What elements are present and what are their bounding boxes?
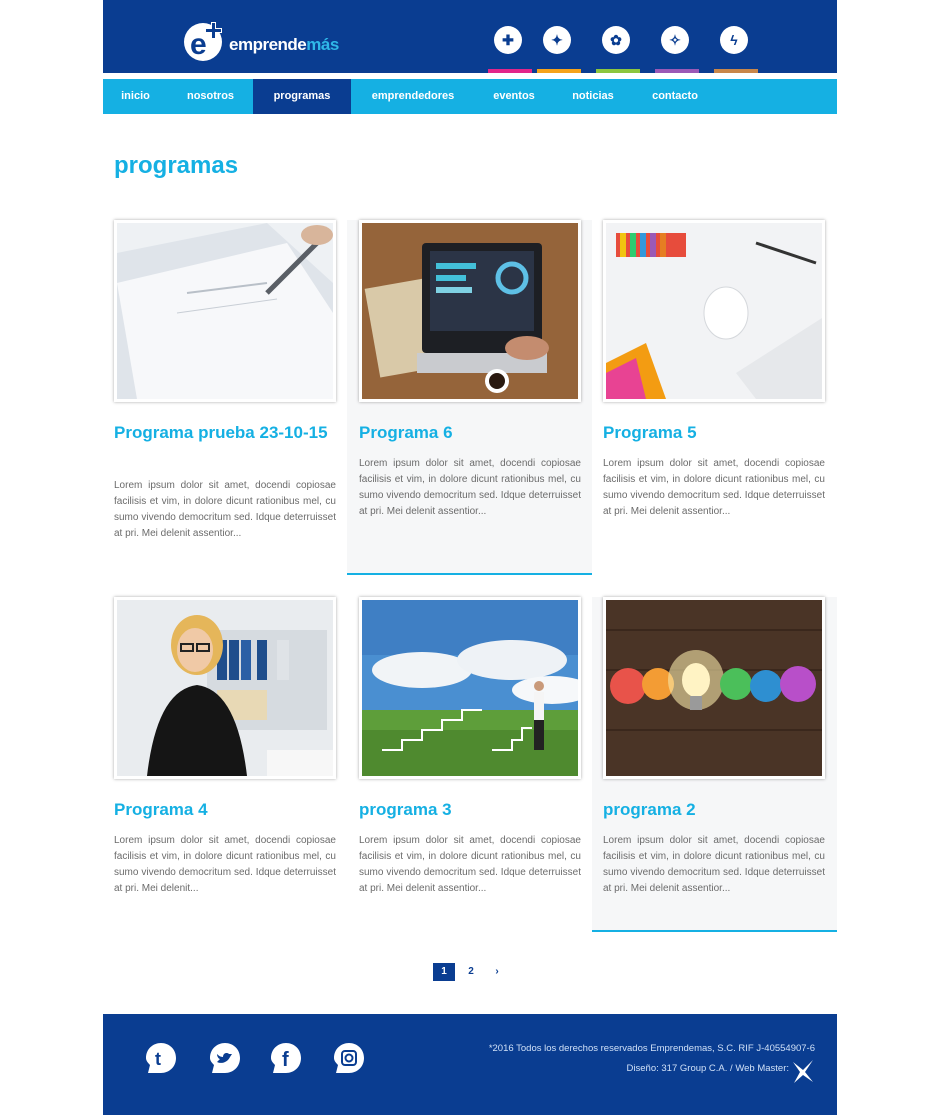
card-excerpt: Lorem ipsum dolor sit amet, docendi copi… — [114, 480, 336, 539]
support-icon[interactable]: ✧ — [655, 26, 699, 73]
logo-mark-icon: e — [183, 20, 227, 62]
card-excerpt: Lorem ipsum dolor sit amet, docendi copi… — [359, 835, 581, 894]
tumblr-icon[interactable]: t — [144, 1041, 178, 1075]
svg-text:e: e — [190, 28, 207, 61]
nav-item-eventos[interactable]: eventos — [483, 79, 545, 114]
card-excerpt: Lorem ipsum dolor sit amet, docendi copi… — [603, 458, 825, 517]
card-excerpt: Lorem ipsum dolor sit amet, docendi copi… — [603, 835, 825, 894]
site-header: e emprendemás ✚ ✦ ✿ ✧ ϟ — [103, 0, 837, 73]
pagination: 1 2 › — [433, 963, 513, 981]
program-card[interactable]: programa 2 Lorem ipsum dolor sit amet, d… — [592, 597, 837, 932]
twitter-icon[interactable] — [208, 1041, 242, 1075]
card-title[interactable]: programa 2 — [603, 799, 829, 821]
program-card[interactable]: Programa 5 Lorem ipsum dolor sit amet, d… — [603, 220, 848, 555]
webmaster-logo-icon[interactable] — [791, 1058, 815, 1084]
nav-item-contacto[interactable]: contacto — [641, 79, 709, 114]
facebook-icon[interactable]: f — [269, 1041, 303, 1075]
ideas-icon[interactable]: ✦ — [537, 26, 581, 73]
laptop-desk-photo[interactable] — [359, 220, 581, 402]
card-title[interactable]: Programa prueba 23-10-15 — [114, 422, 340, 444]
program-card[interactable]: Programa 6 Lorem ipsum dolor sit amet, d… — [347, 220, 592, 575]
site-logo[interactable]: e emprendemás — [183, 20, 339, 62]
card-excerpt: Lorem ipsum dolor sit amet, docendi copi… — [114, 835, 336, 894]
card-title[interactable]: Programa 4 — [114, 799, 340, 821]
site-footer: t f *2016 Todos los derechos reservados … — [103, 1014, 837, 1115]
card-title[interactable]: programa 3 — [359, 799, 585, 821]
innovation-icon[interactable]: ✚ — [488, 26, 532, 73]
main-nav: inicio nosotros programas emprendedores … — [103, 79, 837, 114]
energy-icon[interactable]: ϟ — [714, 26, 758, 73]
nav-item-emprendedores[interactable]: emprendedores — [361, 79, 465, 114]
page-title: programas — [114, 152, 239, 179]
lightbulb-paper-photo[interactable] — [603, 597, 825, 779]
copyright-text: *2016 Todos los derechos reservados Empr… — [488, 1043, 815, 1054]
man-stairs-field-photo[interactable] — [359, 597, 581, 779]
logo-accent: más — [306, 35, 339, 54]
page-1-button[interactable]: 1 — [433, 963, 455, 981]
nav-item-noticias[interactable]: noticias — [563, 79, 623, 114]
instagram-icon[interactable] — [332, 1041, 366, 1075]
growth-icon[interactable]: ✿ — [596, 26, 640, 73]
woman-office-photo[interactable] — [114, 597, 336, 779]
pen-document-photo[interactable] — [114, 220, 336, 402]
program-card[interactable]: Programa prueba 23-10-15 Lorem ipsum dol… — [114, 220, 359, 555]
page-2-button[interactable]: 2 — [463, 963, 479, 981]
nav-item-programas[interactable]: programas — [253, 79, 351, 114]
nav-item-inicio[interactable]: inicio — [109, 79, 162, 114]
next-page-button[interactable]: › — [489, 963, 505, 981]
nav-item-nosotros[interactable]: nosotros — [175, 79, 246, 114]
card-title[interactable]: Programa 5 — [603, 422, 829, 444]
design-tools-photo[interactable] — [603, 220, 825, 402]
program-card[interactable]: programa 3 Lorem ipsum dolor sit amet, d… — [359, 597, 604, 932]
svg-text:f: f — [282, 1049, 289, 1071]
svg-text:t: t — [155, 1049, 161, 1069]
credits-text: Diseño: 317 Group C.A. / Web Master: — [626, 1063, 789, 1074]
program-card[interactable]: Programa 4 Lorem ipsum dolor sit amet, d… — [114, 597, 359, 932]
logo-text: emprende — [229, 35, 307, 54]
card-title[interactable]: Programa 6 — [359, 422, 585, 444]
card-excerpt: Lorem ipsum dolor sit amet, docendi copi… — [359, 458, 581, 517]
